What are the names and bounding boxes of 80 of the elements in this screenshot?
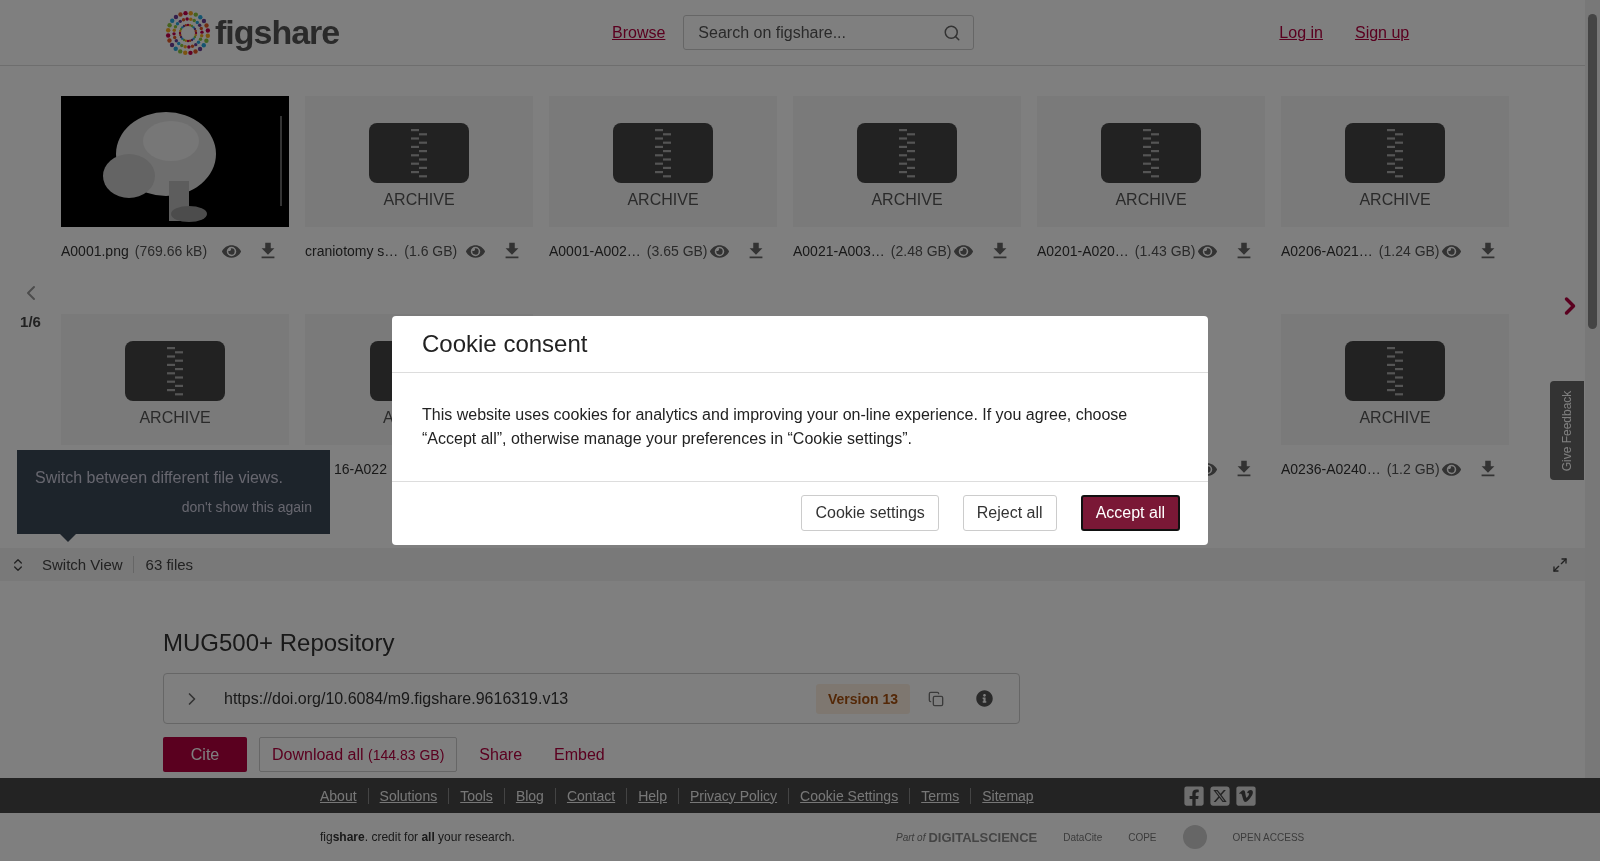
page-indicator: 1/6 xyxy=(20,313,41,330)
archive-icon xyxy=(1345,123,1445,183)
file-name[interactable]: A0001.png xyxy=(61,243,129,259)
archive-icon xyxy=(613,123,713,183)
file-card[interactable]: ARCHIVE xyxy=(305,96,533,227)
archive-icon xyxy=(857,123,957,183)
footer-link[interactable]: Sitemap xyxy=(970,787,1045,804)
item-title: MUG500+ Repository xyxy=(163,629,396,657)
file-name[interactable]: A0206-A021… xyxy=(1281,243,1373,259)
doi-link[interactable]: https://doi.org/10.6084/m9.figshare.9616319.v13 xyxy=(224,689,816,708)
x-icon[interactable] xyxy=(1208,784,1231,807)
file-type-label: ARCHIVE xyxy=(139,409,211,427)
dialog-button[interactable]: Reject all xyxy=(962,495,1057,531)
info-icon[interactable] xyxy=(976,690,993,707)
logo-wordmark[interactable]: figshare xyxy=(215,13,340,52)
fullscreen-icon[interactable] xyxy=(1552,556,1568,573)
footer-link[interactable]: Blog xyxy=(503,787,555,804)
file-size: (2.48 GB) xyxy=(890,243,952,259)
archive-icon xyxy=(1345,341,1445,401)
auth-link[interactable]: Log in xyxy=(1279,23,1323,42)
file-name[interactable]: craniotomy s… xyxy=(305,243,399,259)
auth-link[interactable]: Sign up xyxy=(1354,23,1410,42)
file-card[interactable]: ARCHIVE xyxy=(1281,314,1509,445)
file-size: (1.2 GB) xyxy=(1386,461,1440,477)
footer-link[interactable]: Terms xyxy=(909,787,971,804)
dialog-text: This website uses cookies for analytics and improving your on-line experience. If you agree, choose “Accept all”, otherwise manage your preferences in “Cookie settings”. xyxy=(422,405,1129,449)
file-card[interactable]: ARCHIVE xyxy=(549,96,777,227)
file-size: (1.43 GB) xyxy=(1134,243,1196,259)
feedback-tab[interactable]: Give Feedback xyxy=(1550,381,1584,480)
file-type-label: ARCHIVE xyxy=(1359,191,1431,209)
file-count: 63 files xyxy=(145,556,194,573)
action-button[interactable]: Download all (144.83 GB) xyxy=(259,737,458,772)
partner-logo[interactable]: COPE xyxy=(1128,831,1157,843)
file-name[interactable]: A0236-A0240… xyxy=(1281,461,1381,477)
search-icon[interactable] xyxy=(943,23,962,42)
file-name[interactable]: 16-A022 xyxy=(334,461,387,477)
file-type-label: ARCHIVE xyxy=(1115,191,1187,209)
file-name[interactable]: A0201-A020… xyxy=(1037,243,1129,259)
archive-icon xyxy=(369,123,469,183)
file-card[interactable]: ARCHIVE xyxy=(793,96,1021,227)
nav-link[interactable]: Browse xyxy=(612,23,666,42)
archive-icon xyxy=(125,341,225,401)
partner-logo[interactable]: DataCite xyxy=(1063,831,1103,843)
copy-icon[interactable] xyxy=(928,690,944,707)
vimeo-icon[interactable] xyxy=(1234,784,1257,807)
file-size: (769.66 kB) xyxy=(134,243,208,259)
footer-link[interactable]: About xyxy=(320,787,368,804)
search-field[interactable]: Search on figshare... xyxy=(683,15,975,50)
version-badge: Version 13 xyxy=(815,683,910,714)
footer-link[interactable]: Privacy Policy xyxy=(677,787,789,804)
file-type-label: ARCHIVE xyxy=(871,191,943,209)
footer-link[interactable]: Contact xyxy=(554,787,627,804)
scrollbar[interactable] xyxy=(1585,0,1600,778)
dialog-title: Cookie consent xyxy=(422,330,589,358)
facebook-icon[interactable] xyxy=(1182,784,1205,807)
partner-logo[interactable]: Part of DIGITALSCIENCE xyxy=(896,829,1038,845)
tooltip-text: Switch between different file views. xyxy=(35,469,284,487)
dialog-button[interactable]: Accept all xyxy=(1080,495,1180,531)
file-size: (3.65 GB) xyxy=(646,243,708,259)
file-card[interactable]: ARCHIVE xyxy=(1281,96,1509,227)
file-card[interactable]: ARCHIVE xyxy=(61,314,289,445)
footer-link[interactable]: Cookie Settings xyxy=(788,787,910,804)
file-size: (1.6 GB) xyxy=(404,243,458,259)
dismiss-link[interactable]: don't show this again xyxy=(181,499,312,515)
switch-view-button[interactable]: Switch View xyxy=(10,556,134,573)
footer-link[interactable]: Help xyxy=(626,787,678,804)
tagline: figshare. credit for all your research. xyxy=(320,830,516,844)
footer-link[interactable]: Tools xyxy=(448,787,504,804)
file-name[interactable]: A0001-A002… xyxy=(549,243,641,259)
archive-icon xyxy=(1101,123,1201,183)
action-button[interactable]: Cite xyxy=(163,737,247,772)
footer-link[interactable]: Solutions xyxy=(367,787,449,804)
file-type-label: ARCHIVE xyxy=(627,191,699,209)
file-type-label: ARCHIVE xyxy=(383,191,455,209)
dialog-button[interactable]: Cookie settings xyxy=(801,495,939,531)
file-size: (1.24 GB) xyxy=(1378,243,1440,259)
partner-logo[interactable]: OPEN ACCESS xyxy=(1232,831,1305,843)
file-card[interactable]: ARCHIVE xyxy=(1037,96,1265,227)
file-type-label: ARCHIVE xyxy=(1359,409,1431,427)
file-name[interactable]: A0021-A003… xyxy=(793,243,885,259)
